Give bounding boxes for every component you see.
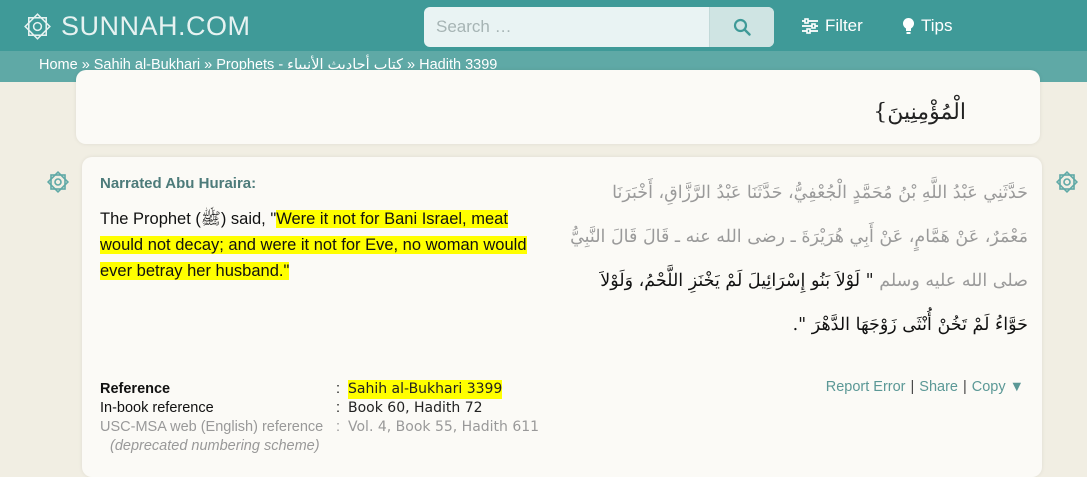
logo-ornament-icon (24, 13, 51, 40)
breadcrumb-home[interactable]: Home (39, 57, 78, 73)
reference-label: Reference (100, 381, 171, 397)
search-button[interactable] (709, 7, 774, 47)
logo-text: SUNNAH.COM (61, 11, 251, 41)
previous-hadith-arabic: الْمُؤْمِنِينَ} (873, 100, 966, 125)
hadith-text-prefix: The Prophet (ﷺ) said, " (100, 210, 277, 228)
hadith-english-text: The Prophet (ﷺ) said, "Were it not for B… (100, 206, 540, 284)
filter-sliders-icon (802, 18, 818, 34)
usc-msa-reference-value: Vol. 4, Book 55, Hadith 611 (348, 419, 540, 435)
inbook-reference-label: In-book reference (100, 400, 214, 416)
share-link[interactable]: Share (919, 379, 958, 395)
usc-msa-reference-row: USC-MSA web (English) reference : Vol. 4… (100, 419, 540, 435)
filter-label: Filter (825, 16, 863, 35)
hadith-arabic-text: حَدَّثَنِي عَبْدُ اللَّهِ بْنُ مُحَمَّدٍ… (566, 171, 1028, 347)
narrator: Narrated Abu Huraira: (100, 175, 257, 192)
hadith-actions: Report Error | Share | Copy ▼ (825, 379, 1024, 395)
tips-button[interactable]: Tips (902, 16, 953, 36)
filter-button[interactable]: Filter (801, 16, 863, 36)
reference-row: Reference : Sahih al-Bukhari 3399 (100, 380, 503, 399)
highlighted-text: ever betray her husband." (100, 262, 290, 280)
usc-msa-reference-label: USC-MSA web (English) reference (100, 419, 324, 435)
hadith-ornament-right-icon (1055, 170, 1079, 194)
report-error-link[interactable]: Report Error (826, 379, 906, 395)
reference-table: Reference : Sahih al-Bukhari 3399 In-boo… (100, 380, 539, 456)
inbook-reference-row: In-book reference : Book 60, Hadith 72 (100, 400, 483, 416)
search-bar (424, 7, 774, 47)
deprecated-note: (deprecated numbering scheme) (110, 438, 320, 454)
previous-hadith-card: الْمُؤْمِنِينَ} (76, 70, 1040, 144)
reference-value: Sahih al-Bukhari 3399 (348, 380, 503, 399)
lightbulb-icon (903, 18, 914, 34)
inbook-reference-value: Book 60, Hadith 72 (348, 400, 483, 416)
search-input[interactable] (424, 7, 709, 47)
search-icon (733, 18, 751, 36)
top-bar: SUNNAH.COM Filter Tips (0, 0, 1087, 51)
highlighted-text: would not decay; and were it not for Eve… (100, 236, 527, 254)
highlighted-text: Were it not for Bani Israel, meat (276, 210, 508, 228)
copy-dropdown[interactable]: Copy ▼ (972, 379, 1024, 395)
hadith-card: Narrated Abu Huraira: The Prophet (ﷺ) sa… (82, 157, 1042, 477)
hadith-ornament-left-icon (46, 170, 70, 194)
tips-label: Tips (921, 16, 953, 35)
site-logo[interactable]: SUNNAH.COM (22, 11, 251, 42)
